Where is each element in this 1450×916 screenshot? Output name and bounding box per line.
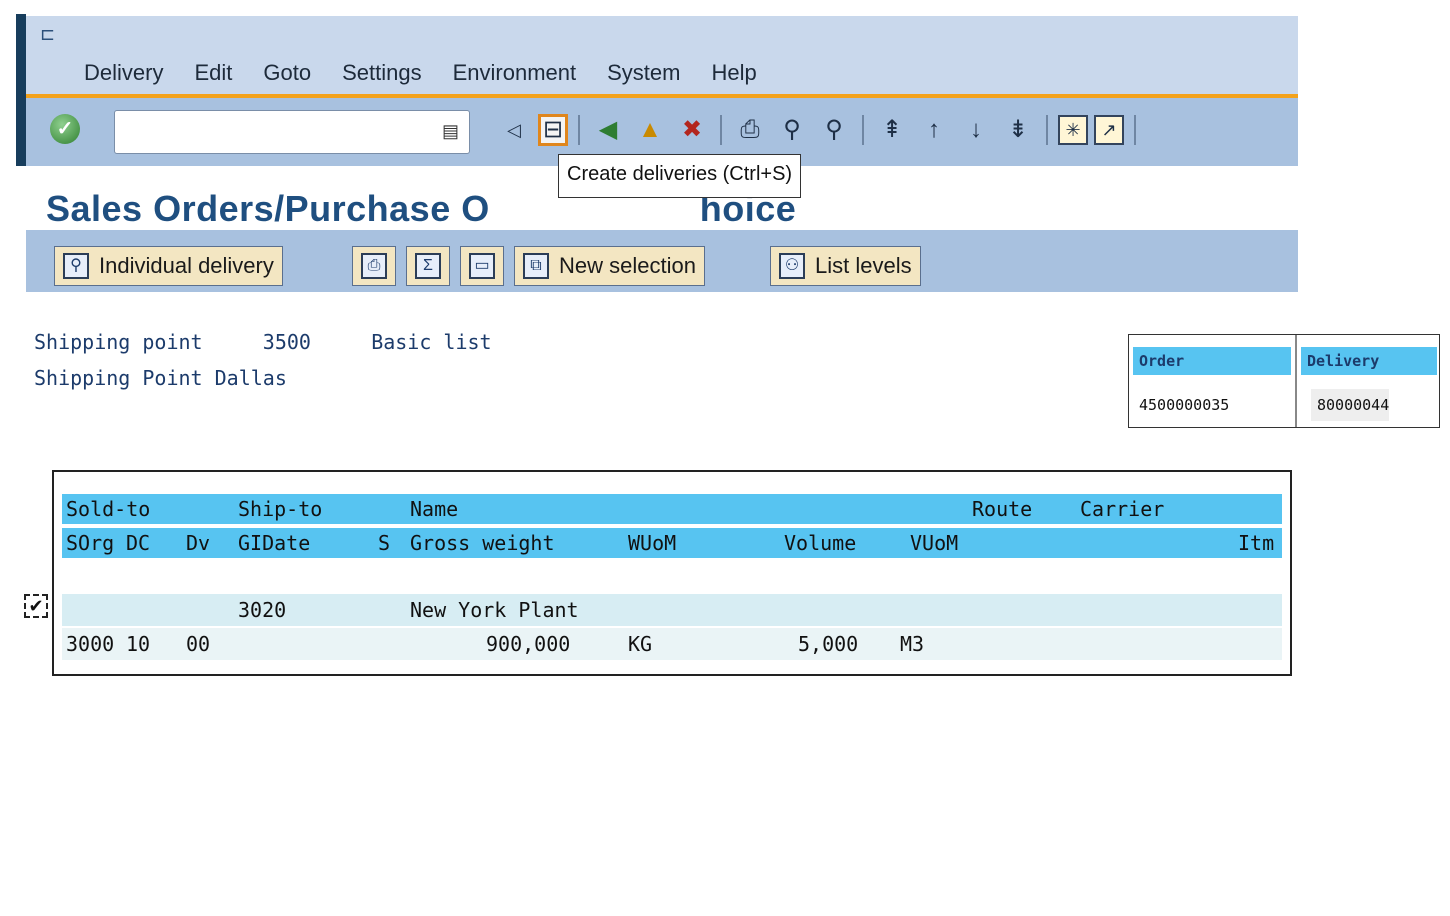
create-session-icon[interactable]: ✳ <box>1058 115 1088 145</box>
find-icon[interactable]: ⚲ <box>774 112 810 148</box>
menu-goto[interactable]: Goto <box>263 60 311 86</box>
new-selection-label: New selection <box>559 253 696 279</box>
dv-value: 00 <box>186 628 210 660</box>
list-row-header[interactable]: 3020 New York Plant <box>62 594 1282 626</box>
dc-value: 10 <box>126 628 150 660</box>
menu-settings[interactable]: Settings <box>342 60 422 86</box>
exit-icon[interactable]: ▲ <box>632 112 668 148</box>
magnifier-icon: ⚲ <box>63 253 89 279</box>
toolbar-separator <box>1134 115 1136 145</box>
menu-system[interactable]: System <box>607 60 680 86</box>
person-icon: ⚇ <box>779 253 805 279</box>
col-carrier: Carrier <box>1080 494 1164 524</box>
enter-check-icon[interactable]: ✓ <box>50 114 80 144</box>
order-header: Order <box>1133 347 1291 375</box>
col-dv: Dv <box>186 528 210 558</box>
list-row-detail[interactable]: 3000 10 00 900,000 KG 5,000 M3 <box>62 628 1282 660</box>
menu-help[interactable]: Help <box>711 60 756 86</box>
save-tooltip: Create deliveries (Ctrl+S) <box>558 154 801 198</box>
cancel-icon[interactable]: ✖ <box>674 112 710 148</box>
print-list-button[interactable]: ⎙ <box>352 246 396 286</box>
toolbar-separator <box>578 115 580 145</box>
col-vuom: VUoM <box>910 528 958 558</box>
menu-items: Delivery Edit Goto Settings Environment … <box>84 60 788 86</box>
new-selection-icon: ⧉ <box>523 253 549 279</box>
column-divider <box>1295 335 1297 427</box>
individual-delivery-label: Individual delivery <box>99 253 274 279</box>
command-history-icon[interactable]: ▤ <box>442 121 459 142</box>
col-name: Name <box>410 494 458 524</box>
col-sorg: SOrg <box>66 528 114 558</box>
collapse-arrow-icon[interactable]: ◁ <box>496 112 532 148</box>
individual-delivery-button[interactable]: ⚲ Individual delivery <box>54 246 283 286</box>
printer-icon: ⎙ <box>361 253 387 279</box>
col-gross-weight: Gross weight <box>410 528 555 558</box>
menu-edit[interactable]: Edit <box>194 60 232 86</box>
menu-bar: ⊏ Delivery Edit Goto Settings Environmen… <box>26 16 1298 94</box>
ship-to-value: 3020 <box>238 594 286 626</box>
toolbar-separator <box>1046 115 1048 145</box>
delivery-header: Delivery <box>1301 347 1437 375</box>
list-header-row-1: Sold-to Ship-to Name Route Carrier <box>62 494 1282 524</box>
order-delivery-table: Order Delivery 4500000035 80000044 <box>1128 334 1440 428</box>
save-icon[interactable]: ⊟ <box>538 114 568 146</box>
delivery-number: 80000044 <box>1311 389 1389 421</box>
page-title-left: Sales Orders/Purchase O <box>46 188 490 229</box>
toolbar-separator <box>720 115 722 145</box>
shipping-point-label: Shipping point <box>34 330 203 354</box>
col-route: Route <box>972 494 1032 524</box>
total-button[interactable]: Σ <box>406 246 450 286</box>
command-field[interactable]: ▤ <box>114 110 470 154</box>
shortcut-icon[interactable]: ↗ <box>1094 115 1124 145</box>
col-dc: DC <box>126 528 150 558</box>
application-toolbar: ⚲ Individual delivery ⎙ Σ ▭ ⧉ New select… <box>26 230 1298 292</box>
previous-page-icon[interactable]: ↑ <box>916 112 952 148</box>
col-status: S <box>378 528 390 558</box>
menu-delivery[interactable]: Delivery <box>84 60 163 86</box>
first-page-icon[interactable]: ⇞ <box>874 112 910 148</box>
col-ship-to: Ship-to <box>238 494 322 524</box>
shipping-point-line: Shipping point 3500 Basic list <box>34 330 492 354</box>
print-icon[interactable]: ⎙ <box>732 112 768 148</box>
document-icon: ▭ <box>469 253 495 279</box>
toolbar-separator <box>862 115 864 145</box>
list-header-row-2: SOrg DC Dv GIDate S Gross weight WUoM Vo… <box>62 528 1282 558</box>
list-type: Basic list <box>371 330 491 354</box>
list-levels-label: List levels <box>815 253 912 279</box>
vuom-value: M3 <box>900 628 924 660</box>
sum-icon: Σ <box>415 253 441 279</box>
new-selection-button[interactable]: ⧉ New selection <box>514 246 705 286</box>
back-icon[interactable]: ◀ <box>590 112 626 148</box>
menu-environment[interactable]: Environment <box>453 60 577 86</box>
row-select-checkbox[interactable]: ✔ <box>24 594 48 618</box>
shipping-point-name: Shipping Point Dallas <box>34 366 287 390</box>
print-preview-button[interactable]: ▭ <box>460 246 504 286</box>
col-volume: Volume <box>784 528 856 558</box>
list-levels-button[interactable]: ⚇ List levels <box>770 246 921 286</box>
name-value: New York Plant <box>410 594 579 626</box>
volume-value: 5,000 <box>798 628 858 660</box>
col-sold-to: Sold-to <box>66 494 150 524</box>
col-itm: Itm <box>1238 528 1274 558</box>
order-number: 4500000035 <box>1133 389 1229 421</box>
shipping-point-value: 3500 <box>263 330 311 354</box>
col-gidate: GIDate <box>238 528 310 558</box>
delivery-list: Sold-to Ship-to Name Route Carrier SOrg … <box>52 470 1292 676</box>
next-page-icon[interactable]: ↓ <box>958 112 994 148</box>
window-left-accent <box>16 14 26 166</box>
gross-weight-value: 900,000 <box>486 628 570 660</box>
system-menu-icon[interactable]: ⊏ <box>40 24 62 44</box>
col-wuom: WUoM <box>628 528 676 558</box>
find-next-icon[interactable]: ⚲ <box>816 112 852 148</box>
wuom-value: KG <box>628 628 652 660</box>
sorg-value: 3000 <box>66 628 114 660</box>
last-page-icon[interactable]: ⇟ <box>1000 112 1036 148</box>
toolbar-icons: ◁ ⊟ ◀ ▲ ✖ ⎙ ⚲ ⚲ ⇞ ↑ ↓ ⇟ ✳ ↗ <box>496 112 1146 148</box>
